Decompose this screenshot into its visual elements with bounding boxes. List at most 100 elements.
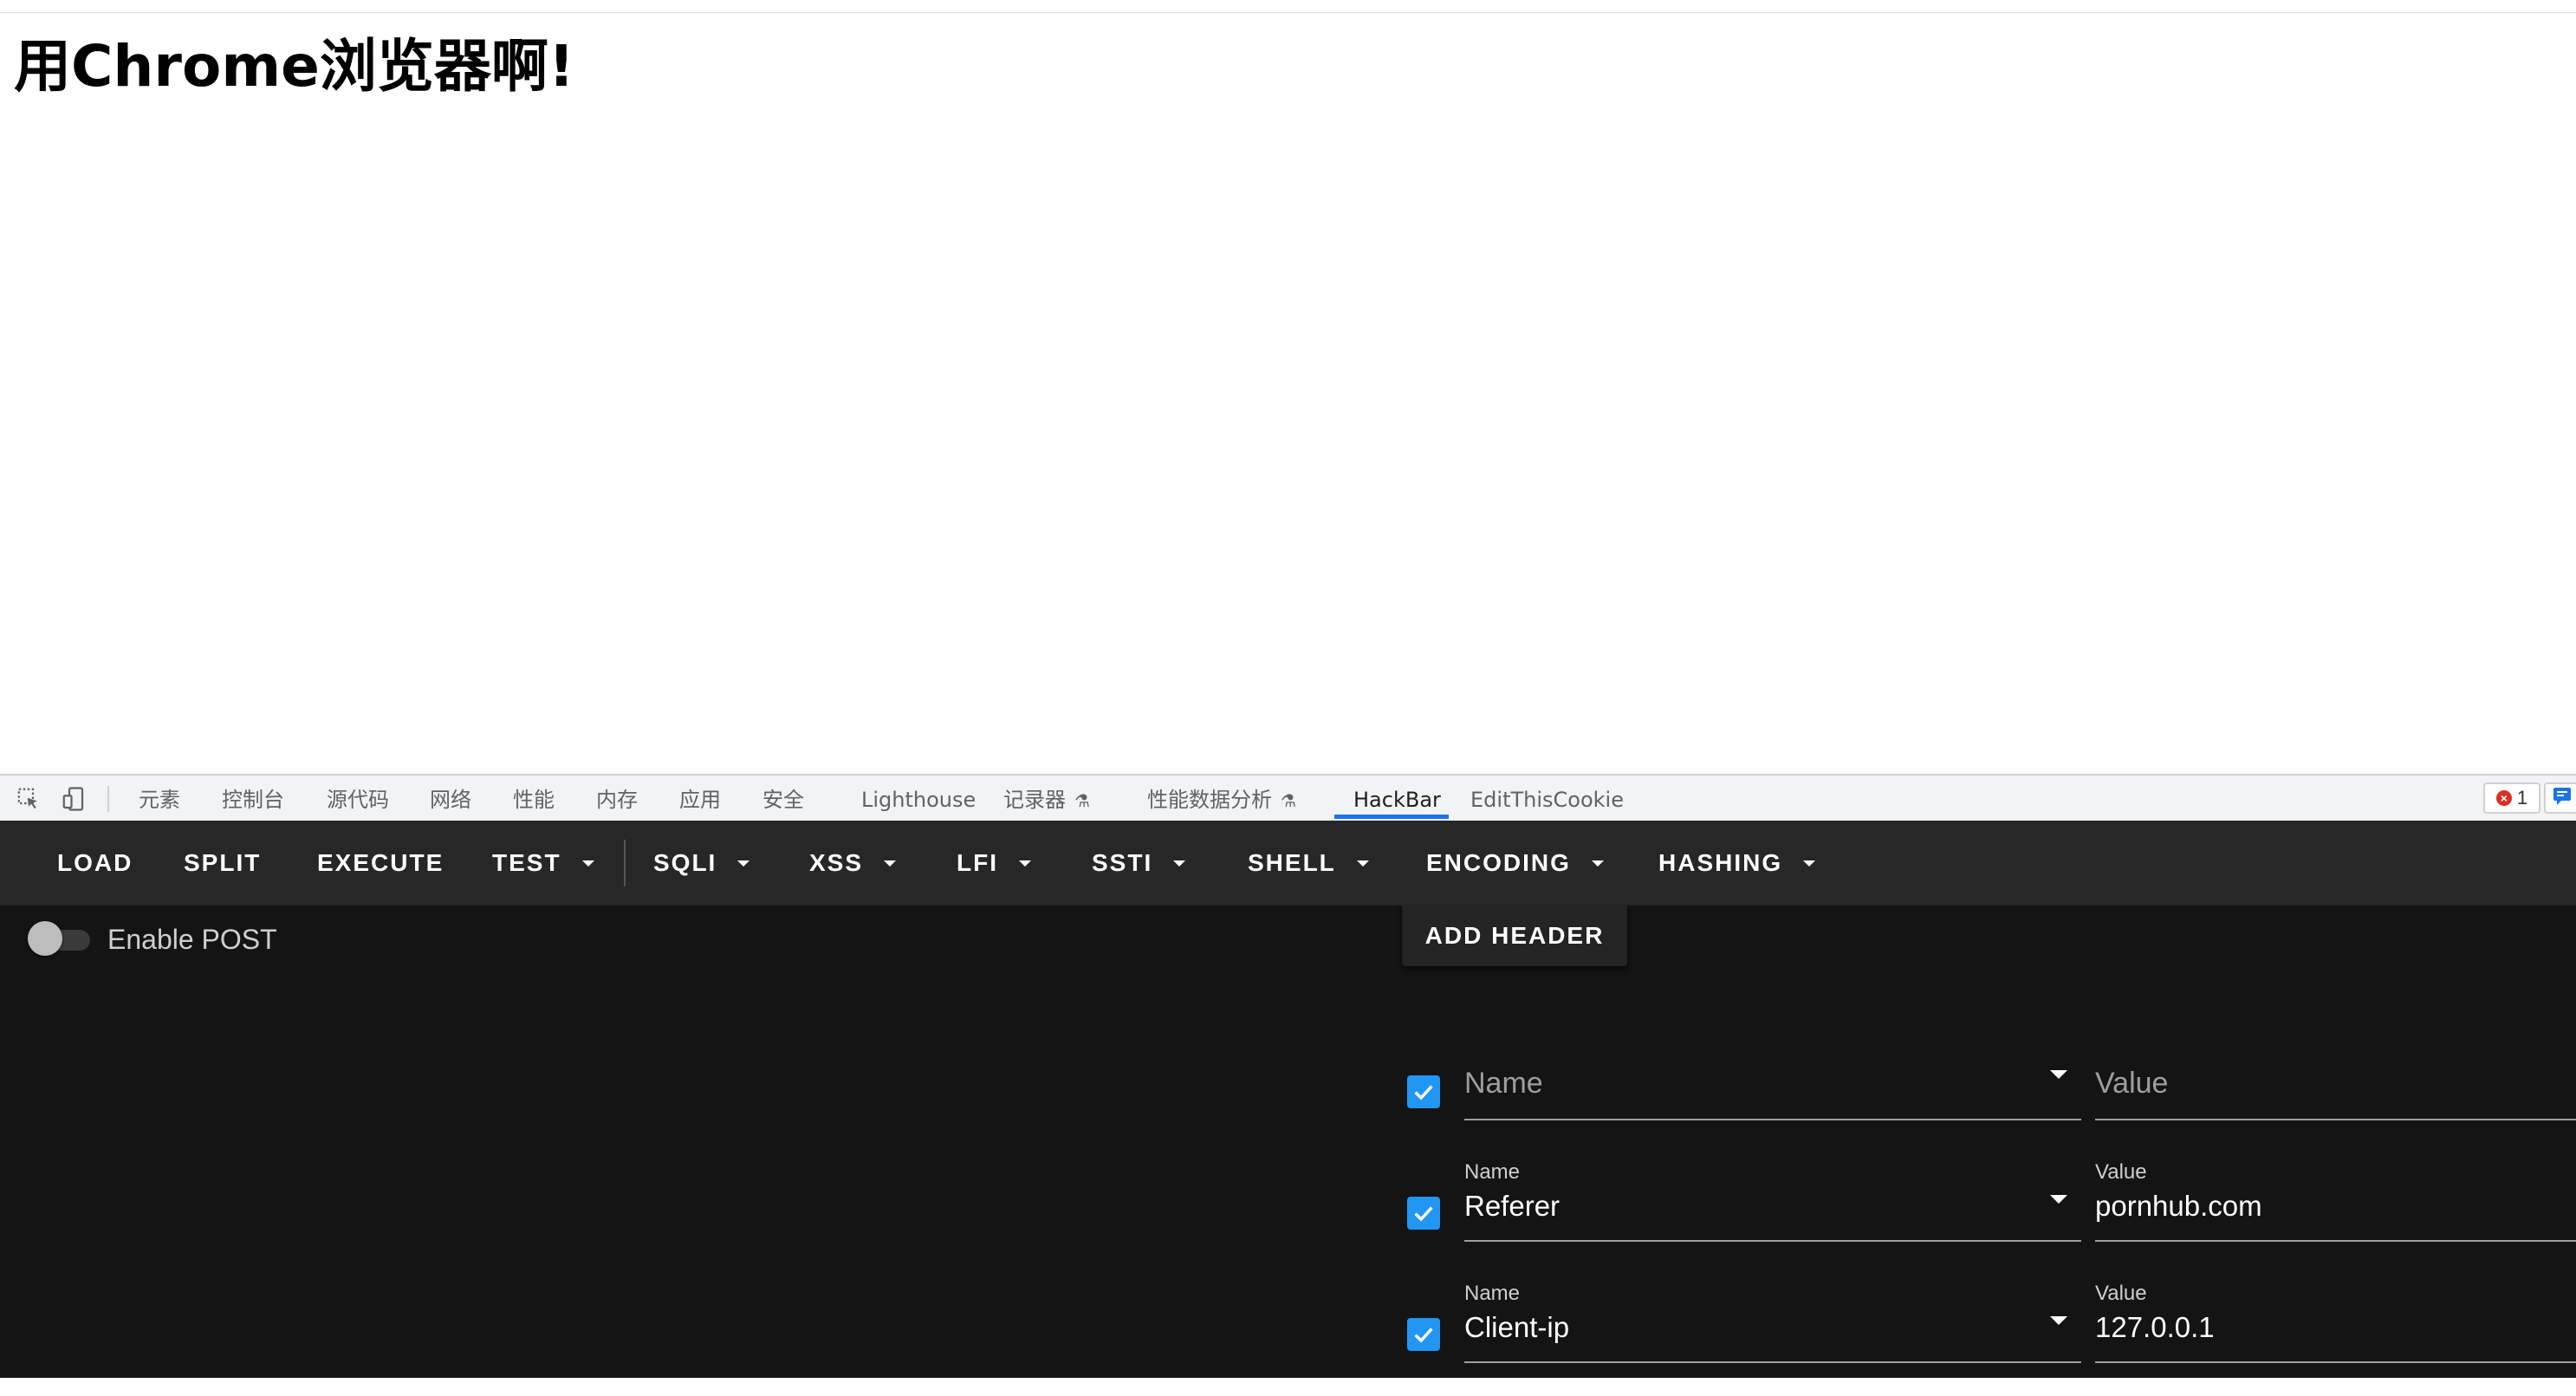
split-button[interactable]: SPLIT <box>184 821 261 906</box>
header-name-select[interactable]: Name Client-ip <box>1464 1275 2081 1363</box>
caret-down-icon <box>1356 860 1369 867</box>
caret-down-icon <box>581 860 594 867</box>
toggle-knob <box>28 921 62 956</box>
hashing-label: HASHING <box>1658 849 1783 876</box>
header-name-value: Client-ip <box>1464 1311 1570 1343</box>
flask-icon: ⚗ <box>1281 790 1296 811</box>
header-enabled-checkbox[interactable] <box>1407 1075 1440 1108</box>
tab-performance[interactable]: 性能 <box>513 782 555 817</box>
name-placeholder: Name <box>1464 1067 1543 1100</box>
header-row: Name Value <box>1402 1032 2576 1153</box>
hackbar-toolbar: LOAD SPLIT EXECUTE TEST SQLI XSS LFI SST… <box>0 821 2576 906</box>
hashing-menu-button[interactable]: HASHING <box>1658 821 1816 906</box>
dropdown-arrow-icon <box>2050 1070 2067 1079</box>
header-enabled-checkbox[interactable] <box>1407 1197 1440 1230</box>
checkmark-icon <box>1414 1206 1433 1222</box>
caret-down-icon <box>1173 860 1186 867</box>
caret-down-icon <box>1019 860 1031 867</box>
tab-performance-insights[interactable]: 性能数据分析 ⚗ <box>1147 782 1296 817</box>
header-row: Name Client-ip Value 127.0.0.1 <box>1402 1275 2576 1396</box>
name-field-label: Name <box>1464 1160 1521 1184</box>
header-value-input[interactable]: Value <box>2095 1032 2576 1120</box>
tab-label: 内存 <box>596 788 638 812</box>
inspect-element-icon[interactable] <box>14 784 43 814</box>
sqli-menu-button[interactable]: SQLI <box>653 821 750 906</box>
value-placeholder: Value <box>2095 1067 2169 1100</box>
caret-down-icon <box>1803 860 1816 867</box>
caret-down-icon <box>1591 860 1604 867</box>
tab-label: 记录器 <box>1003 788 1066 812</box>
header-enabled-checkbox[interactable] <box>1407 1318 1440 1351</box>
header-value-text: pornhub.com <box>2095 1190 2262 1222</box>
hackbar-body: Enable POST ADD HEADER Name Value Name R… <box>0 906 2576 1378</box>
tab-network[interactable]: 网络 <box>430 782 471 817</box>
header-name-value: Referer <box>1464 1190 1561 1222</box>
header-value-text: 127.0.0.1 <box>2095 1311 2215 1343</box>
tab-label: 性能 <box>513 788 555 812</box>
test-label: TEST <box>492 849 561 876</box>
add-header-label: ADD HEADER <box>1424 922 1605 949</box>
enable-post-label: Enable POST <box>107 924 277 955</box>
enable-post-toggle[interactable] <box>28 919 95 959</box>
tab-label: Lighthouse <box>861 788 977 812</box>
tab-label: 元素 <box>139 788 180 812</box>
add-header-button[interactable]: ADD HEADER <box>1402 906 1627 966</box>
xss-menu-button[interactable]: XSS <box>809 821 897 906</box>
sqli-label: SQLI <box>653 849 717 876</box>
shell-menu-button[interactable]: SHELL <box>1248 821 1369 906</box>
load-label: LOAD <box>57 849 133 876</box>
issues-badge[interactable] <box>2544 782 2576 814</box>
header-value-input[interactable]: Value pornhub.com <box>2095 1153 2576 1242</box>
split-label: SPLIT <box>184 849 262 876</box>
toolbar-divider <box>624 840 626 886</box>
tab-label: EditThisCookie <box>1470 788 1624 812</box>
tab-label: 应用 <box>679 788 721 812</box>
tab-label: 网络 <box>430 788 471 812</box>
tab-elements[interactable]: 元素 <box>139 782 180 817</box>
tab-sources[interactable]: 源代码 <box>327 782 389 817</box>
dropdown-arrow-icon <box>2050 1195 2067 1204</box>
encoding-label: ENCODING <box>1426 849 1571 876</box>
caret-down-icon <box>737 860 750 867</box>
tab-label: 安全 <box>762 788 804 812</box>
active-tab-indicator <box>1334 815 1449 819</box>
caret-down-icon <box>884 860 897 867</box>
load-button[interactable]: LOAD <box>57 821 133 906</box>
tab-label: 控制台 <box>222 788 284 812</box>
tab-editthiscookie[interactable]: EditThisCookie <box>1470 782 1624 817</box>
browser-top-border <box>0 12 2576 13</box>
shell-label: SHELL <box>1248 849 1336 876</box>
device-toolbar-icon[interactable] <box>59 784 88 814</box>
execute-label: EXECUTE <box>317 849 444 876</box>
message-icon <box>2553 787 2573 810</box>
tab-lighthouse[interactable]: Lighthouse <box>861 782 976 817</box>
flask-icon: ⚗ <box>1074 790 1090 811</box>
value-field-label: Value <box>2095 1282 2147 1305</box>
page-heading: 用Chrome浏览器啊! <box>14 33 574 100</box>
name-field-label: Name <box>1464 1282 1521 1305</box>
tab-application[interactable]: 应用 <box>679 782 721 817</box>
tab-hackbar[interactable]: HackBar <box>1353 782 1441 817</box>
header-name-select[interactable]: Name Referer <box>1464 1153 2081 1242</box>
devtools-tabbar: 元素 控制台 源代码 网络 性能 内存 应用 安全 Lighthouse 记录器… <box>0 774 2576 821</box>
tab-label: HackBar <box>1353 788 1441 812</box>
encoding-menu-button[interactable]: ENCODING <box>1426 821 1604 906</box>
header-name-select[interactable]: Name <box>1464 1032 2081 1120</box>
tab-console[interactable]: 控制台 <box>222 782 284 817</box>
tab-security[interactable]: 安全 <box>762 782 804 817</box>
tab-memory[interactable]: 内存 <box>596 782 638 817</box>
lfi-label: LFI <box>957 849 998 876</box>
execute-button[interactable]: EXECUTE <box>317 821 444 906</box>
error-count-badge[interactable]: × 1 <box>2483 782 2540 814</box>
checkmark-icon <box>1414 1328 1433 1343</box>
ssti-label: SSTI <box>1092 849 1153 876</box>
lfi-menu-button[interactable]: LFI <box>957 821 1031 906</box>
xss-label: XSS <box>809 849 864 876</box>
header-row: Name Referer Value pornhub.com <box>1402 1153 2576 1275</box>
toolbar-divider <box>107 786 109 812</box>
test-menu-button[interactable]: TEST <box>492 821 594 906</box>
header-value-input[interactable]: Value 127.0.0.1 <box>2095 1275 2576 1363</box>
dropdown-arrow-icon <box>2050 1316 2067 1325</box>
ssti-menu-button[interactable]: SSTI <box>1092 821 1186 906</box>
tab-recorder[interactable]: 记录器 ⚗ <box>1003 782 1090 817</box>
